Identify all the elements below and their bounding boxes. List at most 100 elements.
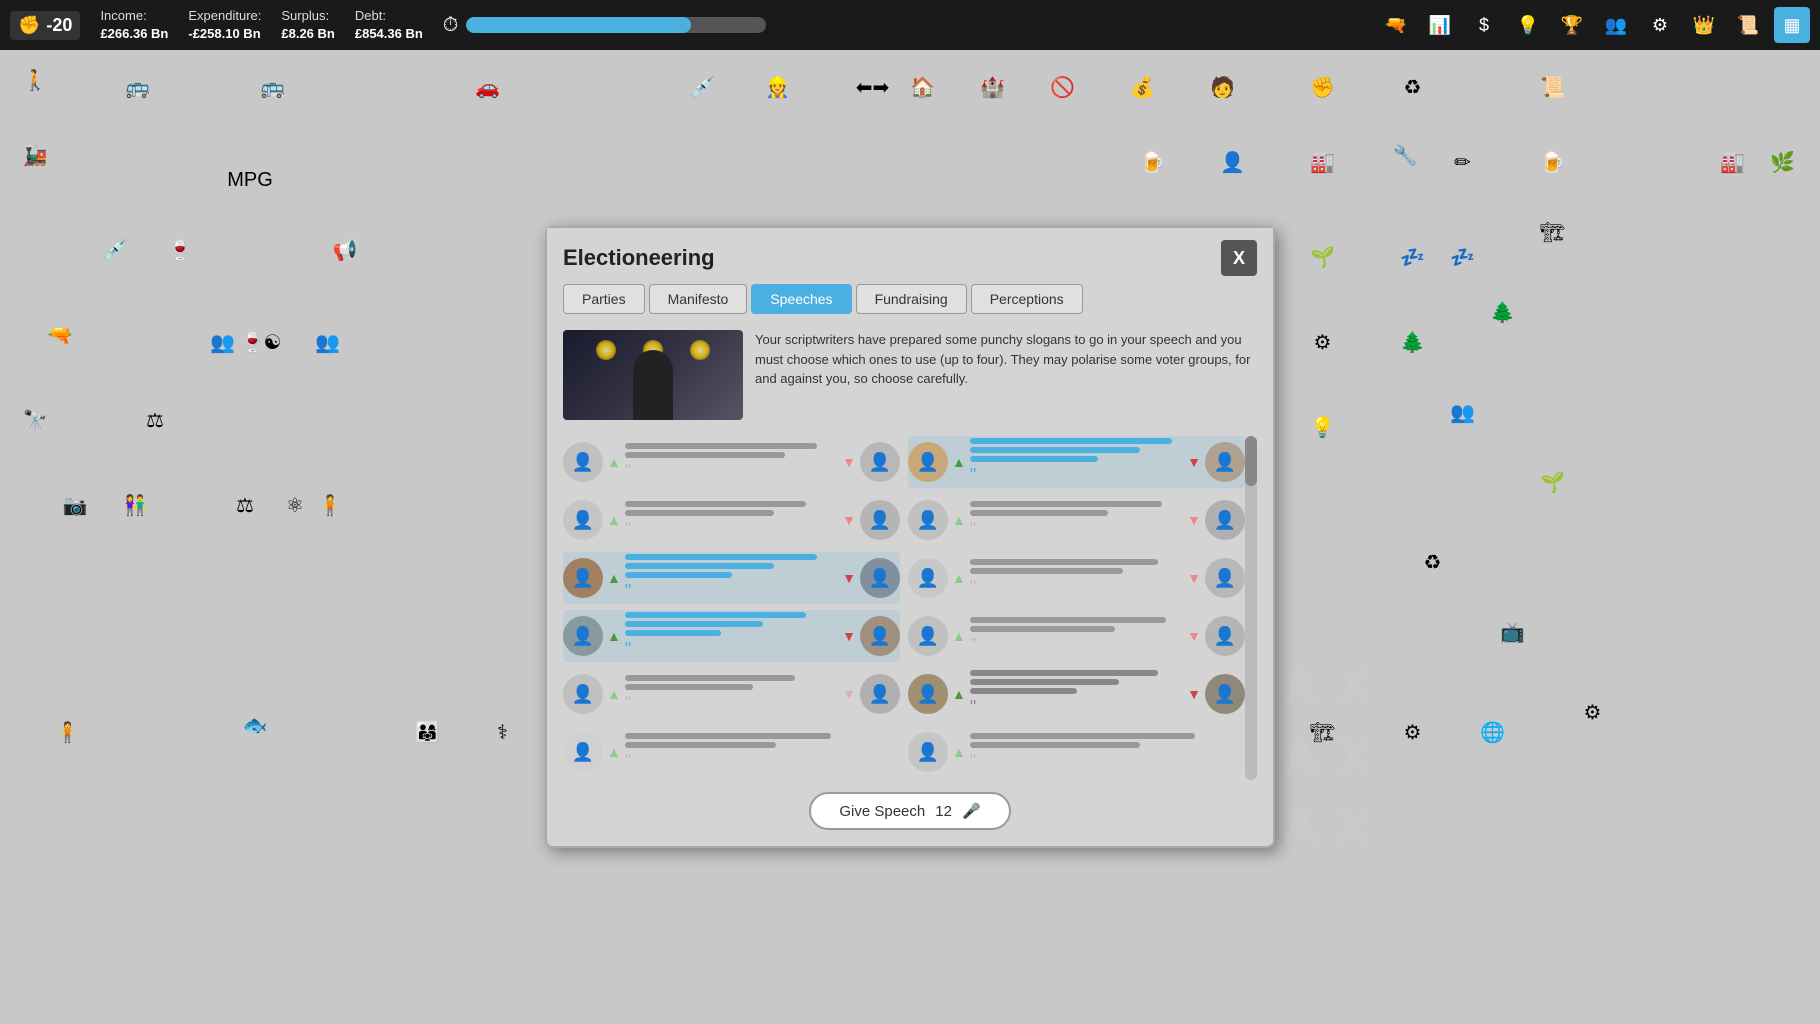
speech-row-4-left[interactable]: 👤 ▲ " ▼ 👤	[563, 610, 900, 662]
modal-title: Electioneering	[563, 245, 715, 271]
crown-icon-btn[interactable]: 👑	[1686, 7, 1722, 43]
text-2l: "	[625, 501, 838, 540]
speech-header: Your scriptwriters have prepared some pu…	[563, 330, 1257, 420]
grid-icon-btn[interactable]: ▦	[1774, 7, 1810, 43]
income-value: £266.36 Bn	[100, 26, 168, 41]
text-6l: "	[625, 733, 900, 772]
modal-overlay: Electioneering X Parties Manifesto Speec…	[0, 50, 1820, 1024]
tab-manifesto[interactable]: Manifesto	[649, 284, 748, 314]
text-5r: "	[970, 670, 1183, 718]
avatar-3r: 👤	[908, 558, 948, 598]
text-6r: "	[970, 733, 1245, 772]
expenditure-stat: Expenditure: -£258.10 Bn	[188, 7, 261, 43]
up-arrow-1l: ▲	[607, 454, 621, 470]
timer-area: ⏱	[443, 14, 767, 37]
speech-row-2-left[interactable]: 👤 ▲ " ▼ 👤	[563, 494, 900, 546]
electioneering-modal: Electioneering X Parties Manifesto Speec…	[545, 226, 1275, 848]
down-arrow-2r: ▼	[1187, 512, 1201, 528]
chart-icon-btn[interactable]: 📊	[1422, 7, 1458, 43]
speech-row-1-left[interactable]: 👤 ▲ " ▼ 👤	[563, 436, 900, 488]
avatar-5r: 👤	[908, 674, 948, 714]
speech-row-6-left[interactable]: 👤 ▲ "	[563, 726, 900, 778]
close-button[interactable]: X	[1221, 240, 1257, 276]
modal-content: Your scriptwriters have prepared some pu…	[547, 322, 1273, 846]
tabs-container: Parties Manifesto Speeches Fundraising P…	[547, 284, 1273, 322]
down-arrow-2l: ▼	[842, 512, 856, 528]
up-arrow-1r: ▲	[952, 454, 966, 470]
avatar-2r-right: 👤	[1205, 500, 1245, 540]
avatar-2l-right: 👤	[860, 500, 900, 540]
text-3l: "	[625, 554, 838, 602]
down-arrow-3r: ▼	[1187, 570, 1201, 586]
text-3r: "	[970, 559, 1183, 598]
speech-row-3-right[interactable]: 👤 ▲ " ▼ 👤	[908, 552, 1245, 604]
give-speech-count: 12	[935, 803, 952, 820]
down-arrow-4l: ▼	[842, 628, 856, 644]
scrollbar-thumb[interactable]	[1245, 436, 1257, 486]
avatar-4l-right: 👤	[860, 616, 900, 656]
avatar-4r: 👤	[908, 616, 948, 656]
avatar-3r-right: 👤	[1205, 558, 1245, 598]
avatar-5l-right: 👤	[860, 674, 900, 714]
speeches-wrapper: 👤 ▲ " ▼ 👤 👤 ▲	[563, 436, 1257, 780]
text-1r: "	[970, 438, 1183, 486]
up-arrow-6l: ▲	[607, 744, 621, 760]
speech-row-2-right[interactable]: 👤 ▲ " ▼ 👤	[908, 494, 1245, 546]
text-5l: "	[625, 675, 838, 714]
up-arrow-6r: ▲	[952, 744, 966, 760]
up-arrow-3r: ▲	[952, 570, 966, 586]
scroll-icon-btn[interactable]: 📜	[1730, 7, 1766, 43]
speech-row-6-right[interactable]: 👤 ▲ "	[908, 726, 1245, 778]
expenditure-label: Expenditure:	[188, 7, 261, 25]
avatar-5r-right: 👤	[1205, 674, 1245, 714]
speeches-grid: 👤 ▲ " ▼ 👤 👤 ▲	[563, 436, 1245, 780]
bulb-icon-btn[interactable]: 💡	[1510, 7, 1546, 43]
speeches-scrollbar[interactable]	[1245, 436, 1257, 780]
light-1	[596, 340, 616, 360]
speech-row-3-left[interactable]: 👤 ▲ " ▼ 👤	[563, 552, 900, 604]
people-icon-btn[interactable]: 👥	[1598, 7, 1634, 43]
down-arrow-5r: ▼	[1187, 686, 1201, 702]
give-speech-button[interactable]: Give Speech 12 🎤	[809, 792, 1010, 830]
speech-row-5-right[interactable]: 👤 ▲ " ▼ 👤	[908, 668, 1245, 720]
income-stat: Income: £266.36 Bn	[100, 7, 168, 43]
gun-icon-btn[interactable]: 🔫	[1378, 7, 1414, 43]
debt-label: Debt:	[355, 7, 423, 25]
dollar-icon-btn[interactable]: $	[1466, 7, 1502, 43]
up-arrow-5r: ▲	[952, 686, 966, 702]
tab-fundraising[interactable]: Fundraising	[856, 284, 967, 314]
surplus-label: Surplus:	[281, 7, 334, 25]
debt-stat: Debt: £854.36 Bn	[355, 7, 423, 43]
avatar-4r-right: 👤	[1205, 616, 1245, 656]
tab-parties[interactable]: Parties	[563, 284, 645, 314]
avatar-1r: 👤	[908, 442, 948, 482]
avatar-1l-right: 👤	[860, 442, 900, 482]
light-3	[690, 340, 710, 360]
up-arrow-3l: ▲	[607, 570, 621, 586]
speech-image	[563, 330, 743, 420]
text-1l: "	[625, 443, 838, 482]
tab-speeches[interactable]: Speeches	[751, 284, 851, 314]
debt-value: £854.36 Bn	[355, 26, 423, 41]
up-arrow-2r: ▲	[952, 512, 966, 528]
give-speech-label: Give Speech	[839, 803, 925, 820]
progress-bar-container	[466, 17, 766, 33]
speech-row-4-right[interactable]: 👤 ▲ " ▼ 👤	[908, 610, 1245, 662]
tab-perceptions[interactable]: Perceptions	[971, 284, 1083, 314]
down-arrow-3l: ▼	[842, 570, 856, 586]
text-4l: "	[625, 612, 838, 660]
trophy-icon-btn[interactable]: 🏆	[1554, 7, 1590, 43]
down-arrow-1r: ▼	[1187, 454, 1201, 470]
avatar-5l: 👤	[563, 674, 603, 714]
top-bar-right-icons: 🔫 📊 $ 💡 🏆 👥 ⚙ 👑 📜 ▦	[1378, 7, 1810, 43]
up-arrow-2l: ▲	[607, 512, 621, 528]
avatar-1r-right: 👤	[1205, 442, 1245, 482]
score-value: -20	[46, 15, 72, 36]
progress-bar-fill	[466, 17, 691, 33]
logo: ✊ -20	[10, 11, 80, 40]
avatar-2r: 👤	[908, 500, 948, 540]
speech-row-1-right[interactable]: 👤 ▲ " ▼ 👤	[908, 436, 1245, 488]
gear-icon-btn[interactable]: ⚙	[1642, 7, 1678, 43]
modal-title-bar: Electioneering X	[547, 228, 1273, 284]
speech-row-5-left[interactable]: 👤 ▲ " ▼ 👤	[563, 668, 900, 720]
